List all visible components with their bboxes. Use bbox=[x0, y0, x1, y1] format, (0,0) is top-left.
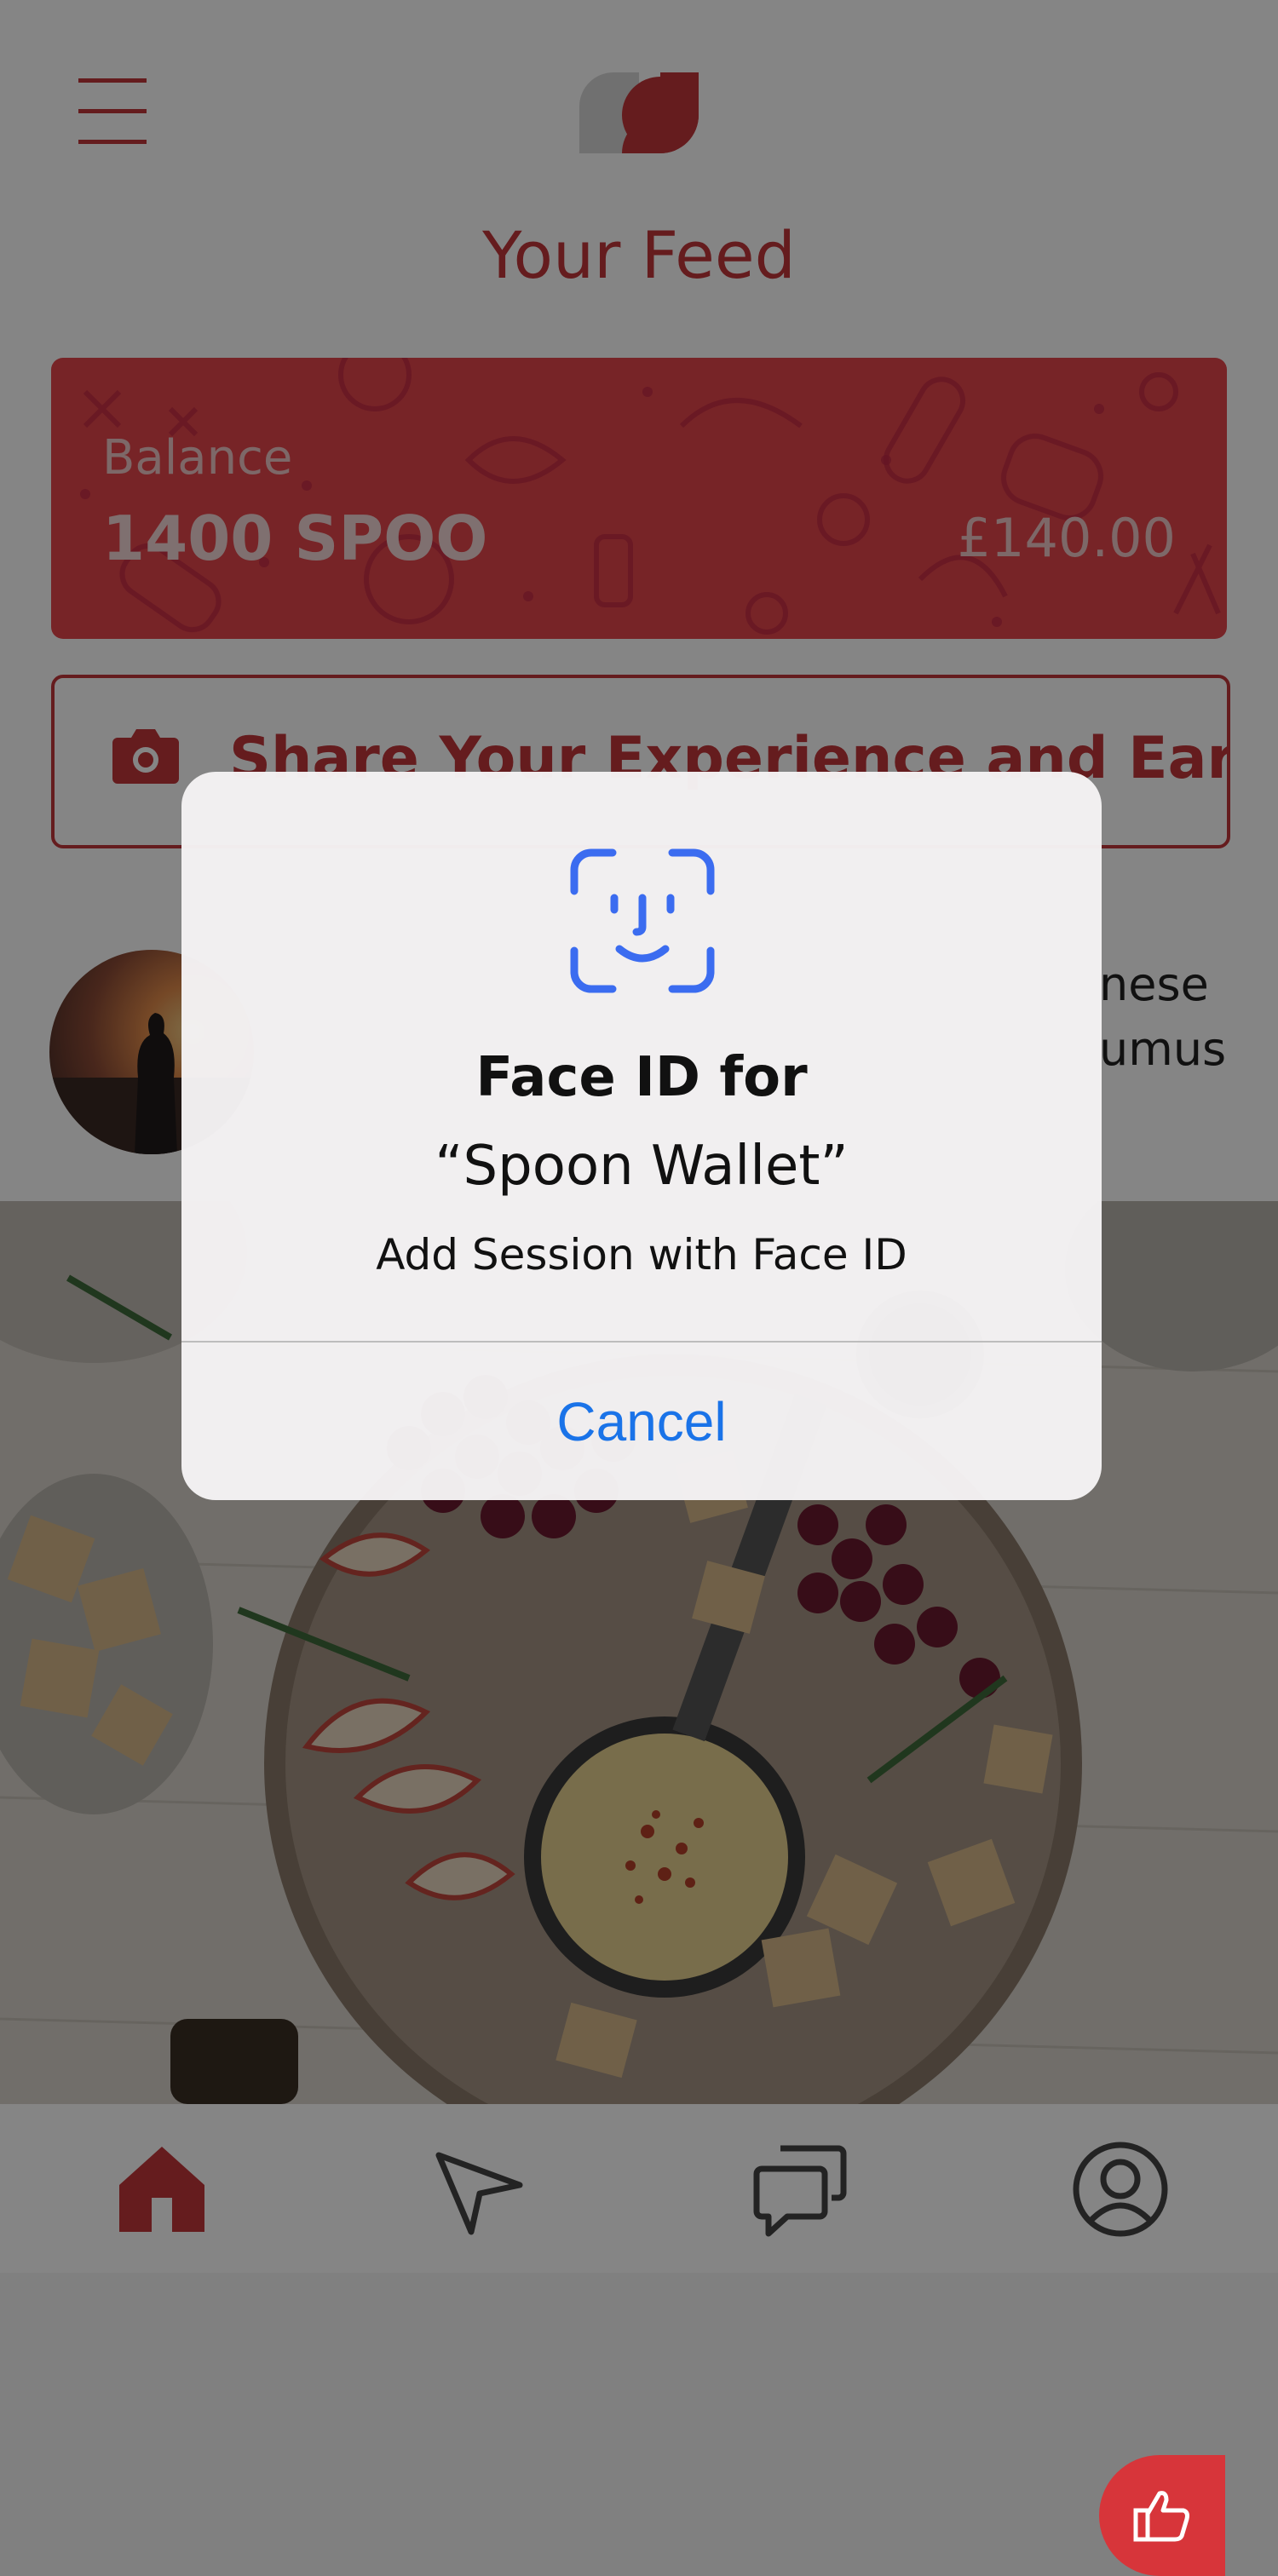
face-id-dialog: Face ID for “Spoon Wallet” Add Session w… bbox=[181, 772, 1102, 1500]
dialog-app-name: “Spoon Wallet” bbox=[435, 1135, 849, 1198]
cancel-button[interactable]: Cancel bbox=[181, 1343, 1102, 1500]
thumbs-up-icon bbox=[1133, 2491, 1189, 2542]
dialog-message: Add Session with Face ID bbox=[376, 1230, 907, 1279]
dialog-title: Face ID for bbox=[475, 1046, 808, 1109]
face-id-icon bbox=[570, 848, 715, 993]
like-button[interactable] bbox=[1099, 2455, 1225, 2576]
